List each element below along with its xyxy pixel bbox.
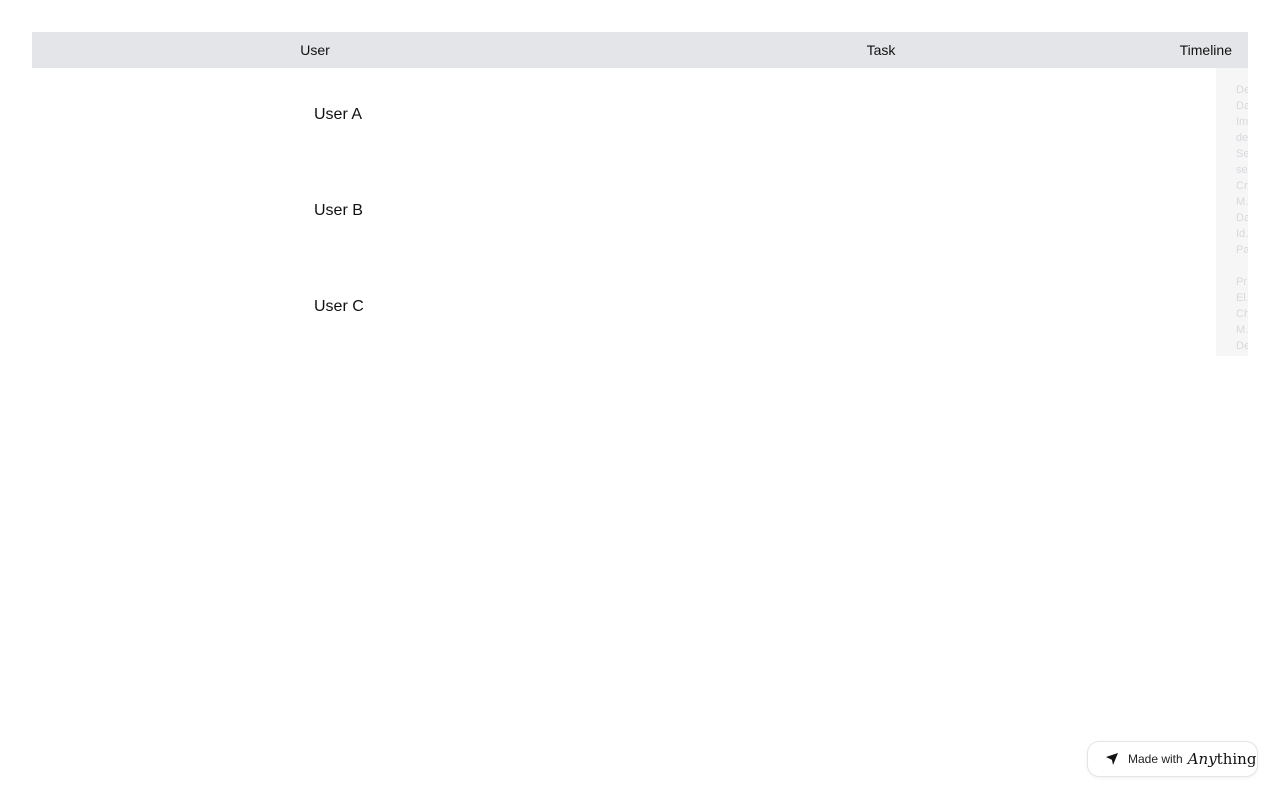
column-header-timeline[interactable]: Timeline <box>1164 42 1248 58</box>
timeline-item: de… <box>1236 132 1248 144</box>
table-header: User Task Timeline <box>32 32 1248 68</box>
brand-wordmark-italic: Any <box>1187 750 1217 768</box>
user-cell: User A <box>314 106 363 123</box>
timeline-item: Se… <box>1236 148 1248 160</box>
table-row[interactable]: User B <box>32 164 1248 260</box>
timeline-group-user-c: Pr… El… Ch… M… De… <box>1236 276 1248 356</box>
task-table: User Task Timeline User A User B User C … <box>32 32 1248 356</box>
timeline-item: De… <box>1236 340 1248 352</box>
timeline-item: M… <box>1236 324 1248 336</box>
timeline-column[interactable]: De… Da… Im… de… Se… se… Cr… M… Da… Id… P… <box>1216 68 1248 356</box>
timeline-item: El… <box>1236 292 1248 304</box>
timeline-item: Pa… <box>1236 244 1248 256</box>
user-cell: User B <box>314 202 363 219</box>
page: User Task Timeline User A User B User C … <box>0 0 1280 800</box>
timeline-group-user-a: De… Da… Im… de… Se… se… <box>1236 84 1248 180</box>
made-with-label: Made with <box>1128 752 1183 766</box>
timeline-item: De… <box>1236 84 1248 96</box>
timeline-item: Ch… <box>1236 308 1248 320</box>
timeline-item: Pr… <box>1236 276 1248 288</box>
timeline-item: Da… <box>1236 212 1248 224</box>
brand-wordmark: Anything <box>1188 750 1257 768</box>
table-body: User A User B User C De… Da… Im… de… Se…… <box>32 68 1248 356</box>
anything-logo-icon <box>1106 753 1118 765</box>
column-header-user[interactable]: User <box>32 42 598 58</box>
brand-wordmark-rest: thing <box>1216 750 1257 768</box>
timeline-item: se… <box>1236 164 1248 176</box>
user-cell: User C <box>314 298 364 315</box>
column-header-task[interactable]: Task <box>598 42 1164 58</box>
timeline-item: Im… <box>1236 116 1248 128</box>
made-with-anything-badge[interactable]: Made with Anything <box>1087 741 1258 777</box>
table-row[interactable]: User C <box>32 260 1248 356</box>
timeline-group-user-b: Cr… M… Da… Id… Pa… <box>1236 180 1248 260</box>
timeline-item: Id… <box>1236 228 1248 240</box>
timeline-item: Da… <box>1236 100 1248 112</box>
timeline-item: Cr… <box>1236 180 1248 192</box>
table-row[interactable]: User A <box>32 68 1248 164</box>
timeline-item: M… <box>1236 196 1248 208</box>
